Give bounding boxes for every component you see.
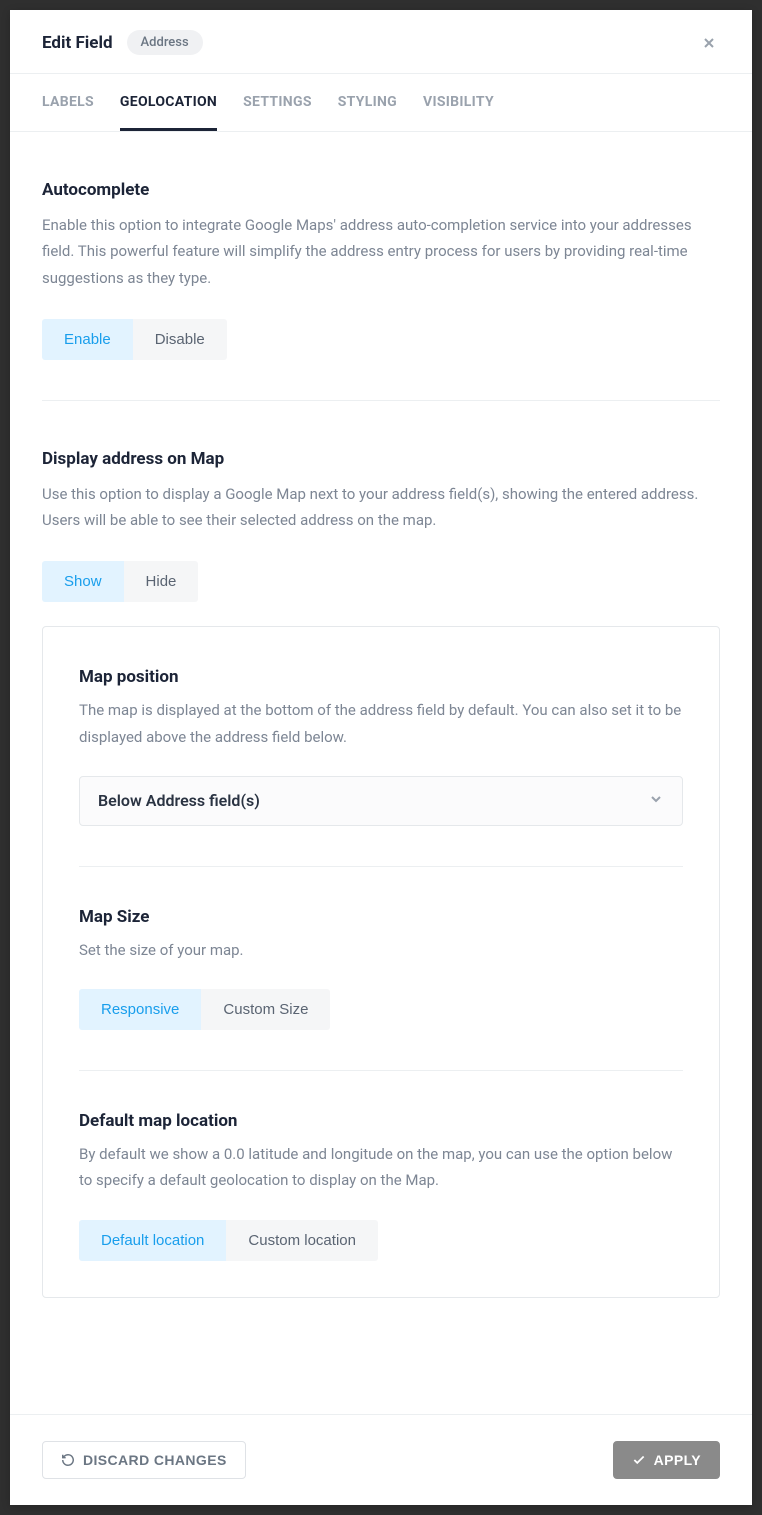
modal-title: Edit Field bbox=[42, 33, 113, 53]
display-map-title: Display address on Map bbox=[42, 449, 720, 469]
modal-footer: DISCARD CHANGES APPLY bbox=[10, 1414, 752, 1505]
apply-button[interactable]: APPLY bbox=[613, 1441, 720, 1479]
map-size-title: Map Size bbox=[79, 907, 683, 927]
display-map-desc: Use this option to display a Google Map … bbox=[42, 481, 720, 534]
tabs-nav: LABELS GEOLOCATION SETTINGS STYLING VISI… bbox=[10, 74, 752, 132]
autocomplete-disable-button[interactable]: Disable bbox=[133, 319, 227, 360]
display-map-section: Display address on Map Use this option t… bbox=[42, 401, 720, 1298]
tab-styling[interactable]: STYLING bbox=[338, 74, 397, 131]
apply-label: APPLY bbox=[654, 1452, 701, 1468]
tab-geolocation[interactable]: GEOLOCATION bbox=[120, 74, 217, 131]
autocomplete-section: Autocomplete Enable this option to integ… bbox=[42, 132, 720, 401]
display-map-hide-button[interactable]: Hide bbox=[124, 561, 199, 602]
display-map-toggle: Show Hide bbox=[42, 561, 198, 602]
map-size-custom-button[interactable]: Custom Size bbox=[201, 989, 330, 1030]
map-position-value: Below Address field(s) bbox=[98, 791, 260, 810]
default-location-section: Default map location By default we show … bbox=[79, 1070, 683, 1261]
close-icon bbox=[701, 35, 717, 51]
map-position-section: Map position The map is displayed at the… bbox=[79, 627, 683, 826]
discard-label: DISCARD CHANGES bbox=[83, 1452, 227, 1468]
modal-body: Autocomplete Enable this option to integ… bbox=[10, 132, 752, 1414]
autocomplete-enable-button[interactable]: Enable bbox=[42, 319, 133, 360]
default-location-custom-button[interactable]: Custom location bbox=[226, 1220, 378, 1261]
discard-changes-button[interactable]: DISCARD CHANGES bbox=[42, 1441, 246, 1479]
tab-visibility[interactable]: VISIBILITY bbox=[423, 74, 494, 131]
field-type-badge: Address bbox=[127, 30, 203, 55]
tab-settings[interactable]: SETTINGS bbox=[243, 74, 312, 131]
edit-field-modal: Edit Field Address LABELS GEOLOCATION SE… bbox=[10, 10, 752, 1505]
close-button[interactable] bbox=[698, 32, 720, 54]
chevron-down-icon bbox=[648, 791, 664, 811]
default-location-default-button[interactable]: Default location bbox=[79, 1220, 226, 1261]
tab-labels[interactable]: LABELS bbox=[42, 74, 94, 131]
default-location-title: Default map location bbox=[79, 1111, 683, 1131]
autocomplete-desc: Enable this option to integrate Google M… bbox=[42, 212, 720, 291]
map-size-toggle: Responsive Custom Size bbox=[79, 989, 330, 1030]
display-map-show-button[interactable]: Show bbox=[42, 561, 124, 602]
autocomplete-toggle: Enable Disable bbox=[42, 319, 227, 360]
map-size-section: Map Size Set the size of your map. Respo… bbox=[79, 866, 683, 1030]
autocomplete-title: Autocomplete bbox=[42, 180, 720, 200]
undo-icon bbox=[61, 1453, 75, 1467]
default-location-desc: By default we show a 0.0 latitude and lo… bbox=[79, 1141, 683, 1194]
map-position-select[interactable]: Below Address field(s) bbox=[79, 776, 683, 826]
map-size-responsive-button[interactable]: Responsive bbox=[79, 989, 201, 1030]
map-position-title: Map position bbox=[79, 667, 683, 687]
check-icon bbox=[632, 1453, 646, 1467]
map-size-desc: Set the size of your map. bbox=[79, 937, 683, 963]
map-position-desc: The map is displayed at the bottom of th… bbox=[79, 697, 683, 750]
default-location-toggle: Default location Custom location bbox=[79, 1220, 378, 1261]
map-settings-panel: Map position The map is displayed at the… bbox=[42, 626, 720, 1297]
modal-header: Edit Field Address bbox=[10, 10, 752, 74]
